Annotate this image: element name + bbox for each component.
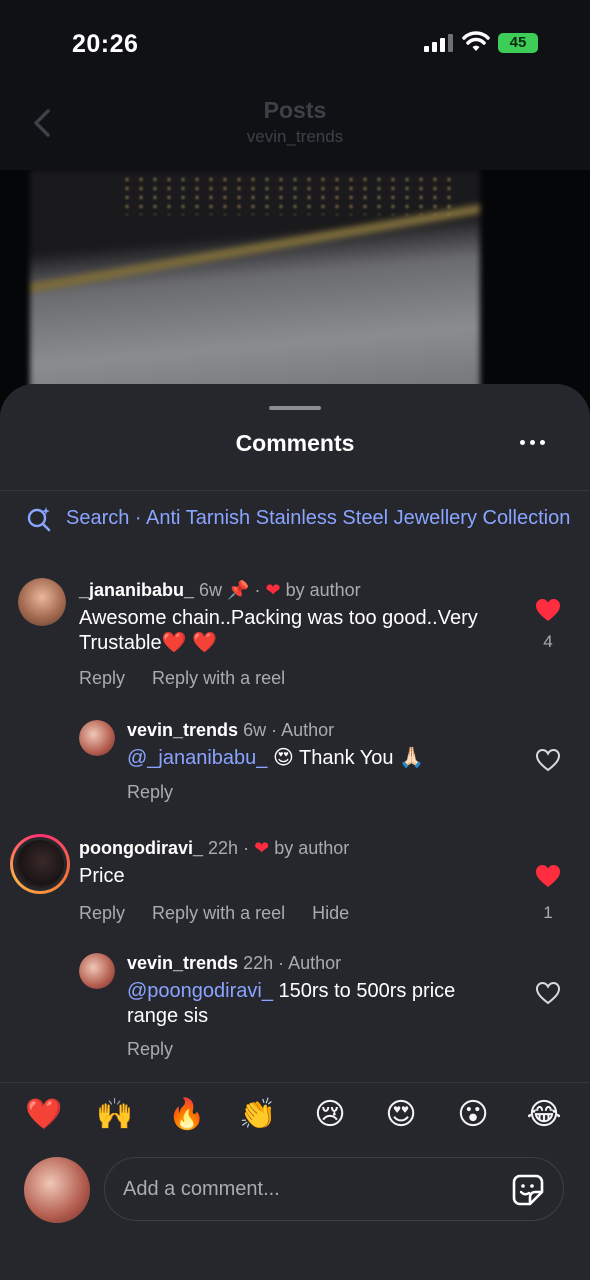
emoji-heart-eyes-button[interactable]: 😍 (381, 1097, 421, 1132)
reply-time: 6w · Author (243, 720, 335, 740)
comment-username[interactable]: poongodiravi_ (79, 838, 203, 858)
comment-time: 22h · (208, 838, 250, 858)
reply-actions: Reply (127, 1039, 195, 1060)
emoji-red-heart-button[interactable]: ❤️ (24, 1097, 64, 1132)
post-image-lights (120, 175, 460, 215)
comment-time: 6w (199, 580, 223, 600)
comment-text: Awesome chain..Packing was too good..Ver… (79, 607, 478, 654)
search-suggestion-text: Search · Anti Tarnish Stainless Steel Je… (66, 507, 571, 529)
reply-with-reel-button[interactable]: Reply with a reel (152, 668, 285, 688)
avatar[interactable] (18, 578, 66, 626)
author-liked-heart-icon: ❤ (265, 580, 281, 600)
reply-button[interactable]: Reply (127, 1039, 173, 1059)
reply-time: 22h · Author (243, 953, 342, 973)
my-avatar (24, 1157, 90, 1223)
comment-composer: Add a comment... (0, 1152, 590, 1280)
sticker-icon[interactable] (511, 1173, 545, 1207)
reply-with-reel-button[interactable]: Reply with a reel (152, 903, 285, 923)
pin-icon: 📌 (227, 580, 250, 600)
emoji-surprised-button[interactable]: 😮 (453, 1097, 493, 1132)
reply-meta: vevin_trends 22h · Author (127, 953, 341, 974)
page-subtitle-username: vevin_trends (246, 127, 344, 146)
reply-text: @poongodiravi_ 150rs to 500rs price rang… (127, 980, 456, 1027)
comment-actions: Reply Reply with a reel Hide (79, 903, 371, 924)
emoji-clapping-button[interactable]: 👏 (238, 1097, 278, 1132)
sheet-title: Comments (235, 430, 355, 456)
like-count: 4 (543, 632, 553, 651)
battery-indicator: 45 (498, 33, 538, 53)
reply-button[interactable]: Reply (79, 903, 125, 923)
emoji-crying-button[interactable]: 😢 (310, 1097, 350, 1132)
avatar-story-ring[interactable] (10, 834, 70, 894)
reply-button[interactable]: Reply (127, 782, 173, 802)
liked-heart-icon[interactable] (535, 598, 561, 622)
post-media[interactable] (0, 170, 590, 410)
comment-input[interactable]: Add a comment... (104, 1157, 564, 1221)
mention-link[interactable]: @_jananibabu_ (127, 747, 267, 769)
comment-meta: _jananibabu_ 6w 📌 · ❤ by author (79, 580, 361, 600)
cellular-signal-icon (424, 34, 454, 52)
liked-by-author-label: by author (274, 838, 350, 858)
hide-button[interactable]: Hide (312, 903, 349, 923)
divider (0, 490, 590, 491)
comment-username[interactable]: _jananibabu_ (79, 580, 194, 600)
emoji-quick-bar: ❤️ 🙌 🔥 👏 😢 😍 😮 😂 (0, 1082, 590, 1152)
mention-link[interactable]: @poongodiravi_ (127, 980, 273, 1002)
post-header: Posts vevin_trends (0, 85, 590, 170)
heart-outline-icon[interactable] (535, 981, 561, 1005)
emoji-laughing-button[interactable]: 😂 (524, 1097, 564, 1132)
sheet-grabber[interactable] (269, 406, 321, 410)
like-count: 1 (543, 903, 553, 922)
emoji-fire-button[interactable]: 🔥 (167, 1097, 207, 1132)
avatar[interactable] (79, 720, 115, 756)
comment-text: Price (79, 865, 125, 887)
reply-actions: Reply (127, 782, 195, 803)
wifi-icon (462, 31, 490, 51)
reply-username[interactable]: vevin_trends (127, 720, 238, 740)
liked-by-author-label: by author (285, 580, 361, 600)
search-suggestion[interactable]: Search · Anti Tarnish Stainless Steel Je… (26, 504, 590, 534)
avatar[interactable] (79, 953, 115, 989)
reply-text: @_jananibabu_ 😍 Thank You 🙏🏻 (127, 747, 425, 769)
comment-input-placeholder: Add a comment... (123, 1178, 280, 1200)
reply-username[interactable]: vevin_trends (127, 953, 238, 973)
status-time: 20:26 (72, 30, 139, 58)
emoji-raising-hands-button[interactable]: 🙌 (95, 1097, 135, 1132)
comment-actions: Reply Reply with a reel (79, 668, 307, 689)
more-options-button[interactable] (518, 434, 548, 450)
reply-button[interactable]: Reply (79, 668, 125, 688)
search-sparkle-icon (27, 507, 51, 532)
comment-meta: poongodiravi_ 22h · ❤ by author (79, 838, 349, 859)
page-title: Posts (263, 97, 327, 123)
reply-meta: vevin_trends 6w · Author (127, 720, 334, 741)
author-liked-heart-icon: ❤ (254, 838, 270, 858)
liked-heart-icon[interactable] (535, 864, 561, 888)
heart-outline-icon[interactable] (535, 748, 561, 772)
status-bar: 20:26 45 (0, 0, 590, 85)
